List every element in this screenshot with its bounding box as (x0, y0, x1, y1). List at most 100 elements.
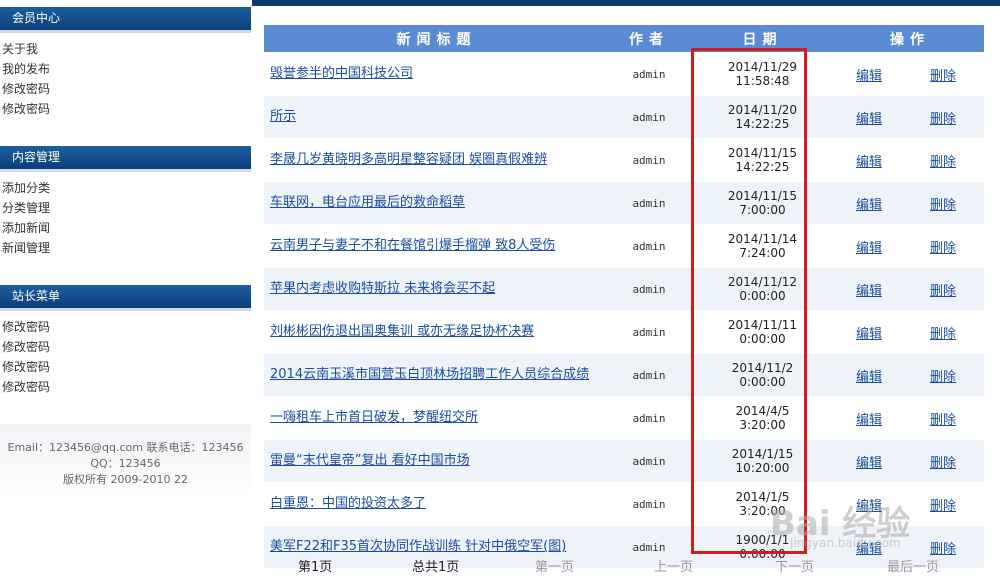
date-cell: 2014/11/29 11:58:48 (689, 52, 836, 96)
edit-link[interactable]: 编辑 (856, 542, 882, 557)
edit-link[interactable]: 编辑 (856, 69, 882, 84)
delete-cell: 删除 (902, 310, 984, 354)
date-cell: 2014/11/20 14:22:25 (689, 95, 836, 139)
delete-link[interactable]: 删除 (930, 327, 956, 342)
edit-link[interactable]: 编辑 (856, 327, 882, 342)
pager-last[interactable]: 最后一页 (887, 556, 939, 575)
date-cell: 2014/11/2 0:00:00 (689, 353, 836, 397)
news-table: 新闻标题 作者 日期 操作 毁誉参半的中国科技公司 admin 2014/11/29… (264, 25, 984, 568)
sidebar-link-change-password[interactable]: 修改密码 (2, 357, 50, 377)
table-row: 白重恩：中国的投资太多了 admin 2014/1/5 3:20:00 编辑 删除 (264, 482, 984, 526)
edit-link[interactable]: 编辑 (856, 155, 882, 170)
edit-cell: 编辑 (836, 267, 902, 311)
delete-link[interactable]: 删除 (930, 241, 956, 256)
sidebar: 会员中心 关于我 我的发布 修改密码 修改密码 内容管理 添加分类 分类管理 添… (0, 0, 251, 586)
time-value: 3:20:00 (739, 418, 786, 432)
edit-link[interactable]: 编辑 (856, 499, 882, 514)
title-cell: 白重恩：中国的投资太多了 (264, 482, 609, 526)
news-title-link[interactable]: 云南男子与妻子不和在餐馆引爆手榴弹 致8人受伤 (264, 239, 609, 253)
news-title-link[interactable]: 白重恩：中国的投资太多了 (264, 497, 609, 511)
sidebar-link-change-password[interactable]: 修改密码 (2, 99, 50, 119)
edit-link[interactable]: 编辑 (856, 198, 882, 213)
edit-link[interactable]: 编辑 (856, 456, 882, 471)
pager-next[interactable]: 下一页 (775, 556, 814, 575)
delete-link[interactable]: 删除 (930, 413, 956, 428)
date-value: 2014/11/20 (727, 103, 798, 117)
news-title-link[interactable]: 一嗨租车上市首日破发，梦醒纽交所 (264, 411, 609, 425)
news-title-link[interactable]: 毁誉参半的中国科技公司 (264, 67, 609, 81)
news-title-link[interactable]: 车联网，电台应用最后的救命稻草 (264, 196, 609, 210)
delete-link[interactable]: 删除 (930, 198, 956, 213)
edit-link[interactable]: 编辑 (856, 284, 882, 299)
sidebar-link-add-news[interactable]: 添加新闻 (2, 218, 50, 238)
delete-link[interactable]: 删除 (930, 542, 956, 557)
edit-cell: 编辑 (836, 138, 902, 182)
date-value: 2014/11/15 (727, 146, 798, 160)
time-value: 11:58:48 (735, 74, 790, 88)
sidebar-link-about-me[interactable]: 关于我 (2, 39, 50, 59)
news-title-link[interactable]: 刘彬彬因伤退出国奥集训 或亦无缘足协杯决赛 (264, 325, 609, 339)
edit-link[interactable]: 编辑 (856, 413, 882, 428)
news-title-link[interactable]: 2014云南玉溪市国营玉白顶林场招聘工作人员综合成绩 (264, 368, 609, 382)
time-value: 3:20:00 (739, 504, 786, 518)
section-links-admin-menu: 修改密码 修改密码 修改密码 修改密码 (2, 317, 50, 397)
author-cell: admin (609, 396, 689, 440)
footer-contact: Email：123456@qq.com 联系电话：123456 (7, 441, 244, 454)
news-title-link[interactable]: 美军F22和F35首次协同作战训练 针对中俄空军(图) (264, 540, 609, 554)
delete-cell: 删除 (902, 95, 984, 139)
date-value: 2014/4/5 (735, 404, 790, 418)
sidebar-link-my-posts[interactable]: 我的发布 (2, 59, 50, 79)
sidebar-footer: Email：123456@qq.com 联系电话：123456 QQ：12345… (0, 424, 251, 504)
date-cell: 2014/11/14 7:24:00 (689, 224, 836, 268)
title-cell: 苹果内考虑收购特斯拉 未来将会买不起 (264, 267, 609, 311)
time-value: 14:22:25 (735, 160, 790, 174)
edit-cell: 编辑 (836, 439, 902, 483)
edit-link[interactable]: 编辑 (856, 241, 882, 256)
date-value: 2014/11/2 (731, 361, 794, 375)
sidebar-link-news-management[interactable]: 新闻管理 (2, 238, 50, 258)
time-value: 0:00:00 (739, 289, 786, 303)
title-cell: 2014云南玉溪市国营玉白顶林场招聘工作人员综合成绩 (264, 353, 609, 397)
delete-link[interactable]: 删除 (930, 284, 956, 299)
sidebar-link-change-password[interactable]: 修改密码 (2, 317, 50, 337)
title-cell: 车联网，电台应用最后的救命稻草 (264, 181, 609, 225)
news-title-link[interactable]: 李晟几岁黄晓明多高明星整容疑团 娱圈真假难辨 (264, 153, 609, 167)
table-row: 云南男子与妻子不和在餐馆引爆手榴弹 致8人受伤 admin 2014/11/14 7:… (264, 224, 984, 268)
delete-link[interactable]: 删除 (930, 456, 956, 471)
edit-cell: 编辑 (836, 95, 902, 139)
delete-link[interactable]: 删除 (930, 69, 956, 84)
delete-cell: 删除 (902, 267, 984, 311)
edit-link[interactable]: 编辑 (856, 370, 882, 385)
time-value: 0:00:00 (739, 375, 786, 389)
section-links-member-center: 关于我 我的发布 修改密码 修改密码 (2, 39, 50, 119)
delete-link[interactable]: 删除 (930, 499, 956, 514)
sidebar-link-add-category[interactable]: 添加分类 (2, 178, 50, 198)
pager-prev[interactable]: 上一页 (654, 556, 693, 575)
delete-link[interactable]: 删除 (930, 370, 956, 385)
sidebar-link-change-password[interactable]: 修改密码 (2, 337, 50, 357)
news-title-link[interactable]: 苹果内考虑收购特斯拉 未来将会买不起 (264, 282, 609, 296)
news-title-link[interactable]: 所示 (264, 110, 609, 124)
edit-link[interactable]: 编辑 (856, 112, 882, 127)
delete-link[interactable]: 删除 (930, 112, 956, 127)
edit-cell: 编辑 (836, 181, 902, 225)
footer-copyright: 版权所有 2009-2010 22 (63, 473, 188, 486)
sidebar-link-change-password[interactable]: 修改密码 (2, 377, 50, 397)
sidebar-link-category-management[interactable]: 分类管理 (2, 198, 50, 218)
table-row: 李晟几岁黄晓明多高明星整容疑团 娱圈真假难辨 admin 2014/11/15 14:… (264, 138, 984, 182)
date-value: 2014/1/5 (735, 490, 790, 504)
footer-qq: QQ：123456 (90, 457, 161, 470)
section-header-admin-menu: 站长菜单 (0, 285, 251, 311)
date-cell: 2014/1/15 10:20:00 (689, 439, 836, 483)
news-title-link[interactable]: 雷曼“末代皇帝”复出 看好中国市场 (264, 454, 609, 468)
sidebar-link-change-password[interactable]: 修改密码 (2, 79, 50, 99)
pager-first[interactable]: 第一页 (535, 556, 574, 575)
date-value: 2014/11/15 (727, 189, 798, 203)
title-cell: 雷曼“末代皇帝”复出 看好中国市场 (264, 439, 609, 483)
delete-link[interactable]: 删除 (930, 155, 956, 170)
date-value: 2014/1/15 (731, 447, 794, 461)
section-header-content-management: 内容管理 (0, 146, 251, 172)
time-value: 14:22:25 (735, 117, 790, 131)
table-header-row: 新闻标题 作者 日期 操作 (264, 25, 984, 53)
header-author: 作者 (609, 25, 689, 53)
